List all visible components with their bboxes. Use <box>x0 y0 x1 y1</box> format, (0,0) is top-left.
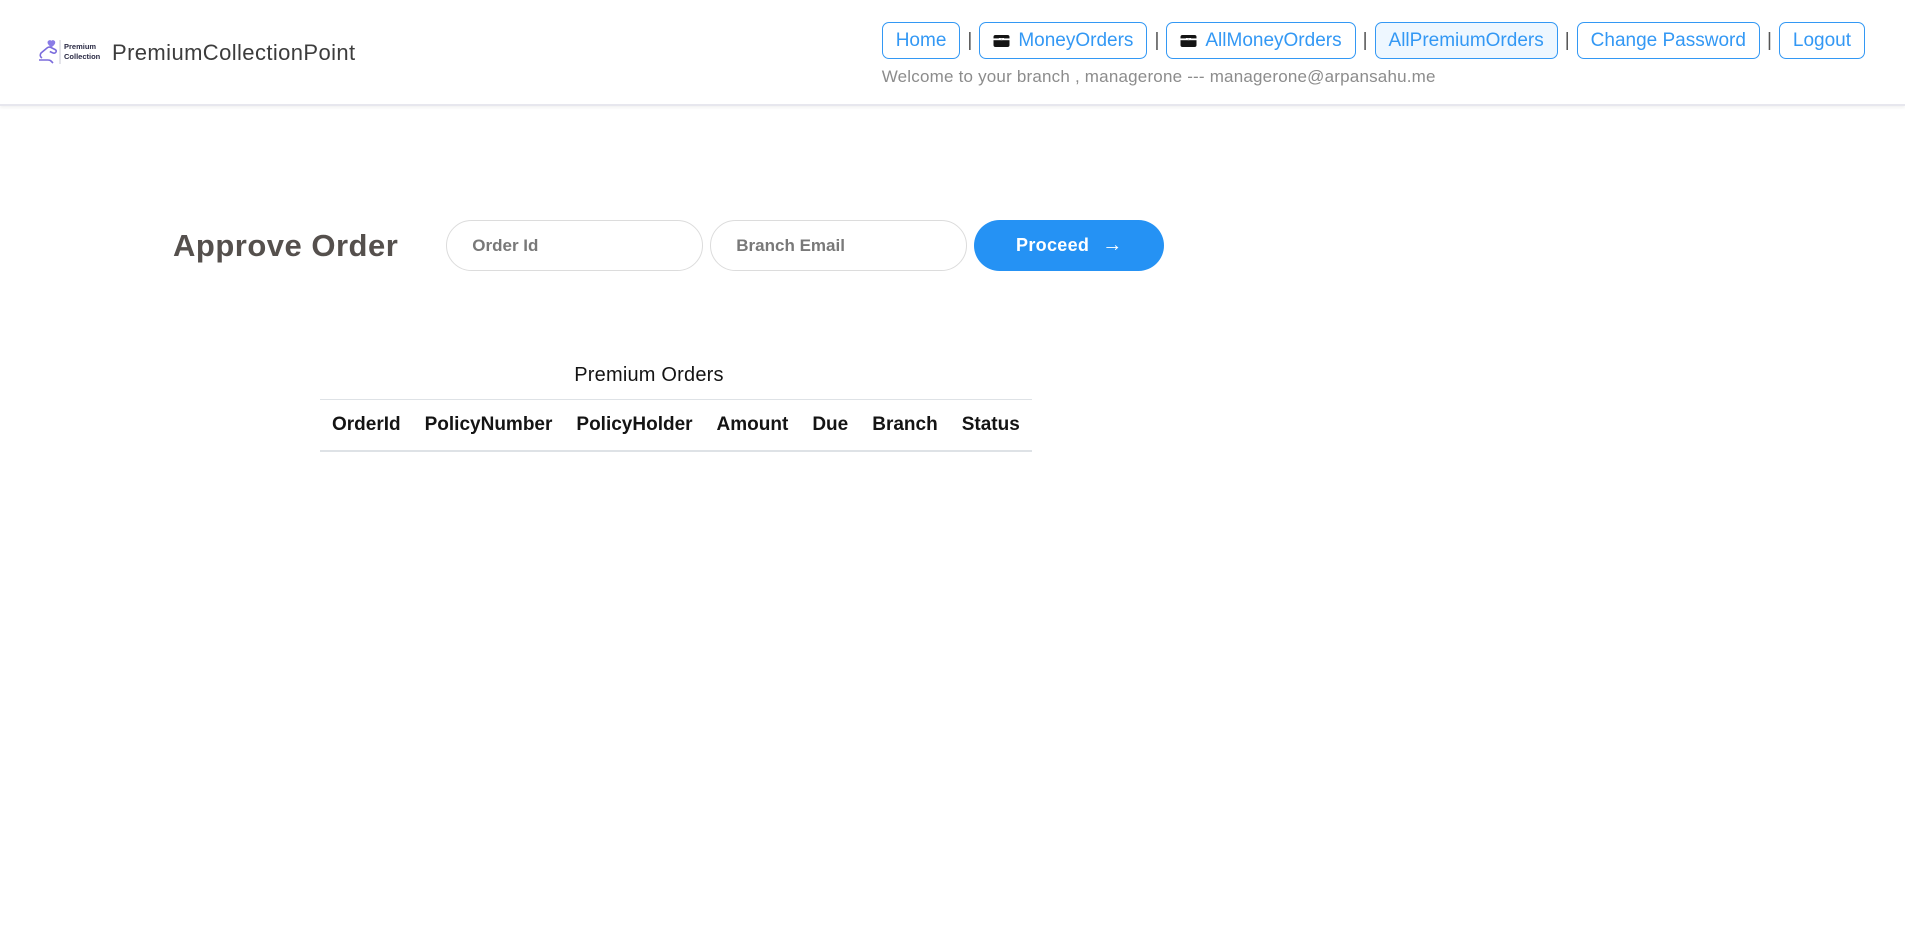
nav-home-button[interactable]: Home <box>882 22 961 59</box>
header-right: Home | MoneyOrders | AllMoneyOrders <box>882 0 1865 87</box>
branch-email-input[interactable] <box>710 220 967 271</box>
approve-order-heading: Approve Order <box>173 228 398 264</box>
nav-allpremiumorders-button[interactable]: AllPremiumOrders <box>1375 22 1558 59</box>
proceed-button[interactable]: Proceed → <box>974 220 1164 271</box>
column-header-policyholder: PolicyHolder <box>564 400 704 452</box>
nav-separator: | <box>1363 30 1368 52</box>
nav-buttons-row: Home | MoneyOrders | AllMoneyOrders <box>882 22 1865 59</box>
wallet-icon <box>993 34 1010 48</box>
approve-order-form: Approve Order Proceed → <box>173 220 1905 271</box>
svg-text:Premium: Premium <box>64 42 96 51</box>
column-header-amount: Amount <box>705 400 801 452</box>
nav-separator: | <box>1767 30 1772 52</box>
nav-logout-button[interactable]: Logout <box>1779 22 1865 59</box>
premium-orders-title: Premium Orders <box>320 364 978 387</box>
table-header-row: OrderId PolicyNumber PolicyHolder Amount… <box>320 400 1032 452</box>
nav-separator: | <box>1154 30 1159 52</box>
nav-moneyorders-label: MoneyOrders <box>1018 30 1133 52</box>
column-header-policynumber: PolicyNumber <box>413 400 565 452</box>
nav-separator: | <box>1565 30 1570 52</box>
nav-moneyorders-button[interactable]: MoneyOrders <box>979 22 1147 59</box>
column-header-due: Due <box>800 400 860 452</box>
premium-collection-point-logo-icon: Premium Collection Point <box>36 34 100 72</box>
welcome-message: Welcome to your branch , managerone --- … <box>882 67 1436 87</box>
column-header-branch: Branch <box>860 400 949 452</box>
wallet-icon <box>1180 34 1197 48</box>
order-id-input[interactable] <box>446 220 703 271</box>
premium-orders-table: OrderId PolicyNumber PolicyHolder Amount… <box>320 399 1032 452</box>
column-header-orderid: OrderId <box>320 400 413 452</box>
arrow-right-icon: → <box>1102 234 1122 257</box>
nav-allmoneyorders-button[interactable]: AllMoneyOrders <box>1166 22 1355 59</box>
nav-separator: | <box>967 30 972 52</box>
svg-text:Collection Point: Collection Point <box>64 52 100 61</box>
app-title: PremiumCollectionPoint <box>112 40 356 66</box>
proceed-label: Proceed <box>1016 235 1089 256</box>
nav-change-password-button[interactable]: Change Password <box>1577 22 1760 59</box>
premium-orders-section: Premium Orders OrderId PolicyNumber Poli… <box>320 364 978 452</box>
brand[interactable]: Premium Collection Point PremiumCollecti… <box>36 0 356 106</box>
top-navbar: Premium Collection Point PremiumCollecti… <box>0 0 1905 106</box>
column-header-status: Status <box>950 400 1032 452</box>
nav-allmoneyorders-label: AllMoneyOrders <box>1205 30 1341 52</box>
